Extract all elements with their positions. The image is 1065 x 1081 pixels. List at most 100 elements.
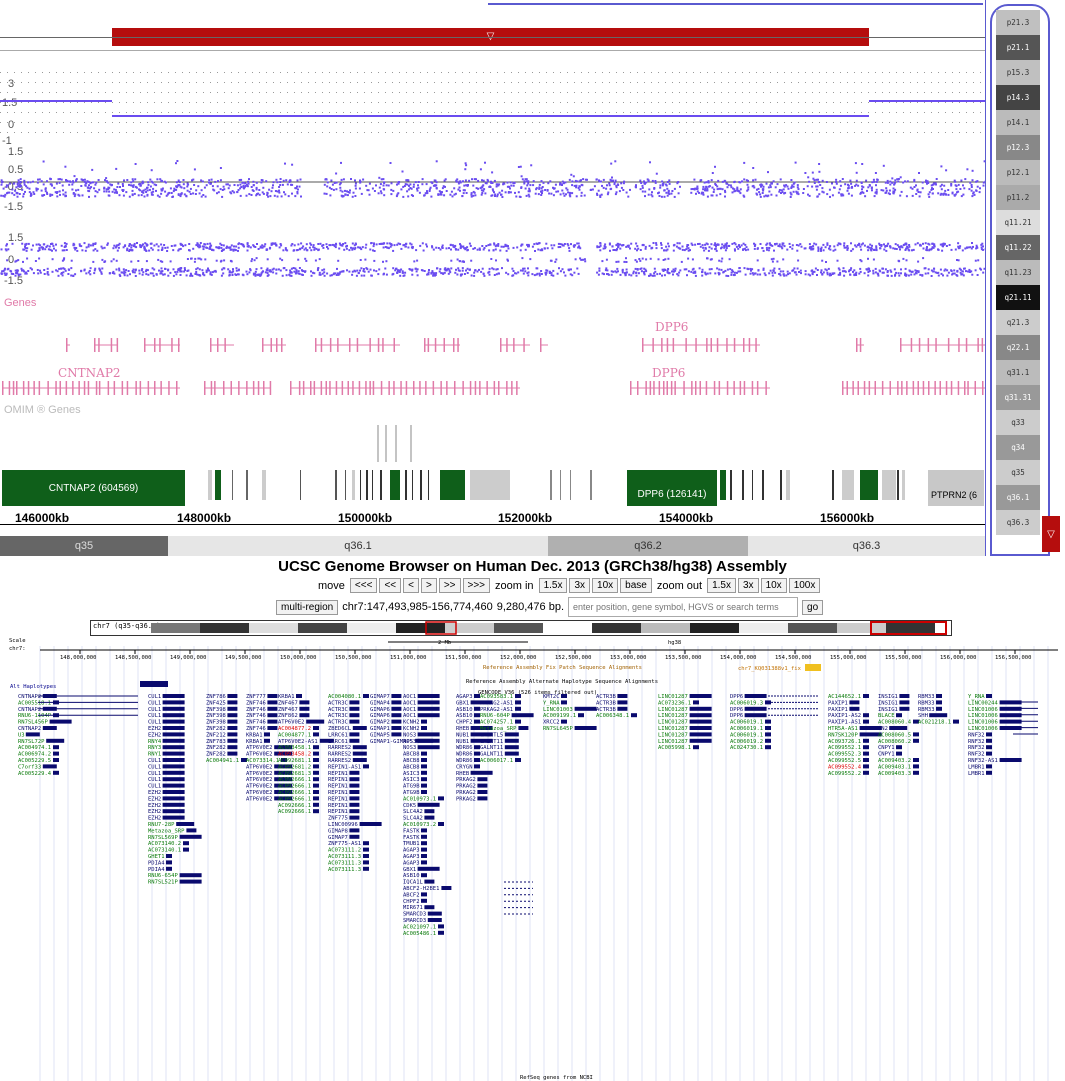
- logr-point: [119, 186, 121, 188]
- ideogram-band[interactable]: q34: [996, 435, 1040, 460]
- zoom-in-3x-button[interactable]: 3x: [569, 578, 591, 593]
- ideogram-band[interactable]: q21.11: [996, 285, 1040, 310]
- grid-dot: [469, 72, 470, 73]
- band-q36-2[interactable]: q36.2: [548, 536, 748, 556]
- multi-region-button[interactable]: multi-region: [276, 599, 339, 615]
- ideogram-band[interactable]: q31.31: [996, 385, 1040, 410]
- zoom-in-10x-button[interactable]: 10x: [592, 578, 619, 593]
- gene-name: AOC1: [403, 700, 416, 706]
- baf-point: [144, 242, 147, 245]
- logr-point: [368, 193, 371, 196]
- move-left-more-button[interactable]: <<: [379, 578, 402, 593]
- zoom-out-100x-button[interactable]: 100x: [788, 578, 821, 593]
- ideogram-band[interactable]: q36.1: [996, 485, 1040, 510]
- omim-block-dpp6[interactable]: DPP6 (126141): [627, 470, 717, 506]
- baf-point: [948, 244, 951, 246]
- move-far-right-button[interactable]: >>>: [462, 578, 491, 593]
- gene-exon: [751, 381, 754, 395]
- ideogram-position-marker[interactable]: ▽: [1042, 516, 1060, 552]
- logr-point: [298, 185, 301, 188]
- baf-point: [663, 249, 666, 252]
- band-q35[interactable]: q35: [0, 536, 168, 556]
- ideogram-band[interactable]: q11.22: [996, 235, 1040, 260]
- logr-point: [734, 189, 737, 192]
- logr-point: [94, 183, 97, 186]
- ideogram-band[interactable]: p12.1: [996, 160, 1040, 185]
- grid-dot: [448, 72, 449, 73]
- band-q36-1[interactable]: q36.1: [168, 536, 548, 556]
- omim-block-ptprn2[interactable]: PTPRN2 (6: [928, 470, 984, 506]
- baf-point: [375, 243, 378, 246]
- omim-block-cntnap2[interactable]: CNTNAP2 (604569): [2, 470, 185, 506]
- ideogram-band[interactable]: q11.21: [996, 210, 1040, 235]
- grid-dot: [742, 92, 743, 93]
- zoom-out-3x-button[interactable]: 3x: [738, 578, 759, 593]
- ideogram-band[interactable]: p12.3: [996, 135, 1040, 160]
- ideogram-band[interactable]: q36.3: [996, 510, 1040, 535]
- gene-feature: [313, 751, 319, 756]
- logr-point: [198, 192, 201, 195]
- grid-dot: [259, 112, 260, 113]
- ideogram-band[interactable]: p14.3: [996, 85, 1040, 110]
- grid-dot: [154, 112, 155, 113]
- logr-point: [772, 180, 775, 183]
- logr-point: [382, 184, 385, 187]
- baf-point: [744, 243, 747, 246]
- move-right-more-button[interactable]: >>: [438, 578, 461, 593]
- baf-point: [140, 269, 143, 272]
- baf-point: [771, 274, 774, 277]
- gene-exon: [315, 338, 317, 352]
- grid-dot: [476, 132, 477, 133]
- gene-exon: [217, 338, 219, 352]
- grid-dot: [847, 82, 848, 83]
- ideogram-band[interactable]: p21.3: [996, 10, 1040, 35]
- grid-dot: [63, 72, 64, 73]
- gene-label-dpp6-top[interactable]: DPP6: [655, 320, 688, 334]
- zoom-base-button[interactable]: base: [620, 578, 652, 593]
- baf-point: [786, 270, 789, 273]
- track-display[interactable]: 148,000,000 148,500,000 149,000,000 149,500…: [8, 638, 1058, 1081]
- search-input[interactable]: [568, 597, 799, 617]
- logr-point: [176, 160, 179, 162]
- baf-point: [737, 244, 740, 247]
- logr-point: [222, 185, 225, 188]
- ideogram-band[interactable]: q21.3: [996, 310, 1040, 335]
- gene-exon: [358, 381, 361, 395]
- logr-point: [602, 186, 605, 189]
- ideogram-band[interactable]: p21.1: [996, 35, 1040, 60]
- move-right-button[interactable]: >: [420, 578, 437, 593]
- baf-point: [919, 273, 922, 276]
- move-left-button[interactable]: <: [403, 578, 419, 593]
- logr-point: [547, 182, 550, 185]
- zoom-out-10x-button[interactable]: 10x: [760, 578, 787, 593]
- ideogram-band[interactable]: q33: [996, 410, 1040, 435]
- baf-point: [617, 243, 620, 245]
- baf-point: [795, 273, 798, 276]
- gene-label-cntnap2[interactable]: CNTNAP2: [58, 366, 121, 380]
- move-far-left-button[interactable]: <<<: [349, 578, 378, 593]
- zoom-out-1-5x-button[interactable]: 1.5x: [707, 578, 736, 593]
- grid-dot: [49, 82, 50, 83]
- ideogram-band[interactable]: q11.23: [996, 260, 1040, 285]
- ideogram-band[interactable]: p11.2: [996, 185, 1040, 210]
- ideogram-band[interactable]: q35: [996, 460, 1040, 485]
- ideogram-band[interactable]: p14.1: [996, 110, 1040, 135]
- grid-dot: [308, 132, 309, 133]
- baf-point: [281, 274, 284, 277]
- chrom-ideogram-bar[interactable]: chr7 (q35-q36.3): [90, 620, 952, 636]
- baf-point: [65, 249, 68, 251]
- ideogram-band[interactable]: p15.3: [996, 60, 1040, 85]
- ideogram-band[interactable]: q31.1: [996, 360, 1040, 385]
- grid-dot: [252, 82, 253, 83]
- baf-point: [724, 249, 727, 252]
- ideogram-band[interactable]: q22.1: [996, 335, 1040, 360]
- zoom-in-1-5x-button[interactable]: 1.5x: [538, 578, 568, 593]
- gene-label-dpp6[interactable]: DPP6: [652, 366, 685, 380]
- gene-feature: [162, 802, 185, 807]
- band-q36-3[interactable]: q36.3: [748, 536, 985, 556]
- gene-exon: [341, 381, 344, 395]
- go-button[interactable]: go: [802, 599, 824, 615]
- grid-dot: [497, 122, 498, 123]
- baf-point: [746, 267, 749, 270]
- grid-dot: [693, 112, 694, 113]
